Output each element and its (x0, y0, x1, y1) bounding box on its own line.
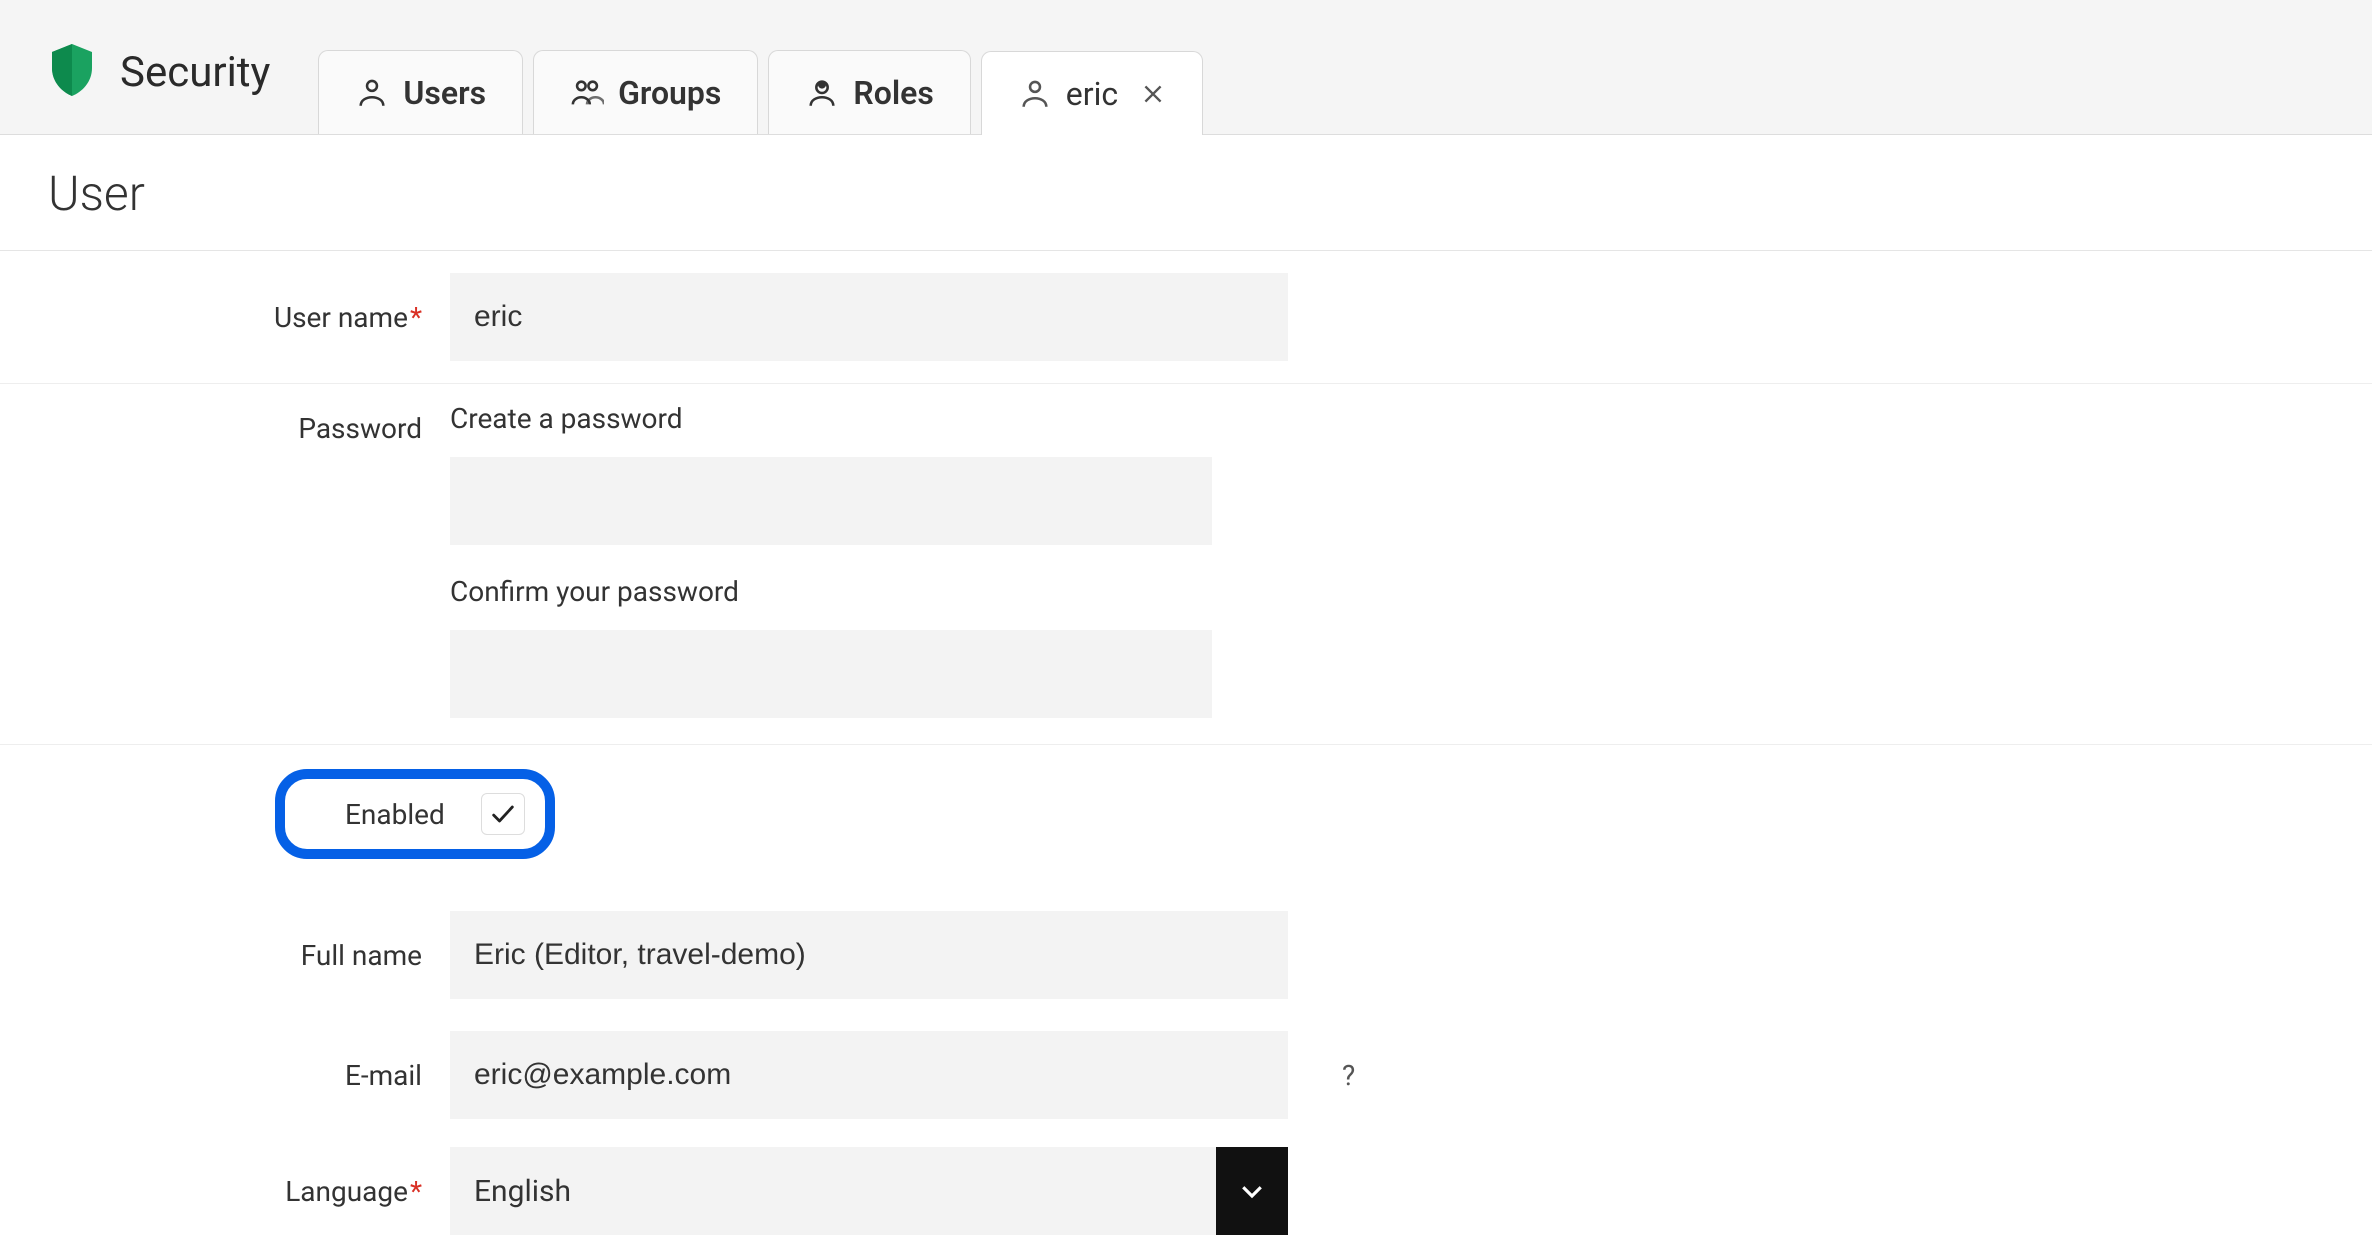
row-email: E-mail ? (0, 1009, 2372, 1129)
brand-label: Security (120, 48, 270, 97)
tab-label: Groups (618, 74, 721, 112)
password-confirm-label: Confirm your password (450, 575, 1212, 612)
row-password: Password Create a password Confirm your … (0, 384, 2372, 745)
password-create-input[interactable] (450, 457, 1212, 545)
tab-bar: Security Users (0, 4, 2372, 134)
fullname-input[interactable] (450, 911, 1288, 999)
tab-groups[interactable]: Groups (533, 50, 758, 134)
tab-label: Roles (853, 74, 933, 112)
chevron-down-icon (1216, 1147, 1288, 1235)
user-icon (355, 76, 389, 110)
enabled-checkbox[interactable] (481, 793, 525, 835)
users-icon (570, 76, 604, 110)
language-select[interactable]: English (450, 1147, 1288, 1235)
row-fullname: Full name (0, 889, 2372, 1009)
password-create-label: Create a password (450, 402, 1212, 439)
help-icon[interactable]: ? (1342, 1059, 1355, 1092)
language-value: English (450, 1147, 1216, 1235)
page-title: User (48, 165, 2324, 222)
email-label: E-mail (0, 1059, 450, 1092)
tab-label: Users (403, 74, 486, 112)
tab-roles[interactable]: Roles (768, 50, 970, 134)
language-label: Language* (0, 1147, 450, 1208)
enabled-label: Enabled (345, 798, 445, 831)
email-input[interactable] (450, 1031, 1288, 1119)
tab-eric[interactable]: eric (981, 51, 1203, 135)
brand: Security (48, 42, 270, 134)
enabled-highlight: Enabled (275, 769, 555, 859)
page-title-row: User (0, 135, 2372, 251)
role-icon (805, 76, 839, 110)
tab-label: eric (1066, 75, 1118, 113)
row-language: Language* English (0, 1129, 2372, 1245)
row-username: User name* (0, 251, 2372, 384)
fullname-label: Full name (0, 939, 450, 972)
password-confirm-input[interactable] (450, 630, 1212, 718)
tab-users[interactable]: Users (318, 50, 523, 134)
password-label: Password (0, 402, 450, 445)
user-icon (1018, 77, 1052, 111)
shield-icon (48, 42, 96, 102)
username-label: User name* (0, 301, 450, 334)
close-icon[interactable] (1140, 81, 1166, 107)
username-input[interactable] (450, 273, 1288, 361)
row-enabled: Enabled (0, 745, 2372, 889)
